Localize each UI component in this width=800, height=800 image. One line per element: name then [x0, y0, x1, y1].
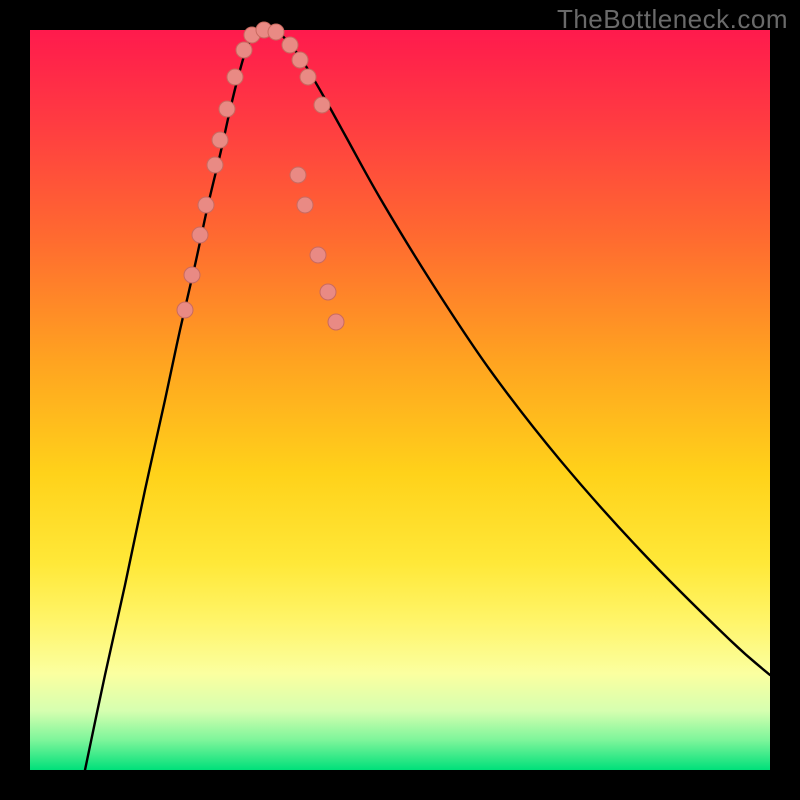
- highlight-dot: [292, 52, 308, 68]
- highlight-dot: [236, 42, 252, 58]
- chart-svg: [30, 30, 770, 770]
- highlight-dot: [300, 69, 316, 85]
- highlight-dot: [297, 197, 313, 213]
- highlight-dot: [227, 69, 243, 85]
- highlight-dot: [328, 314, 344, 330]
- highlight-dot: [320, 284, 336, 300]
- highlight-dot: [290, 167, 306, 183]
- watermark-text: TheBottleneck.com: [557, 4, 788, 35]
- highlight-dots-group: [177, 22, 344, 330]
- highlight-dot: [192, 227, 208, 243]
- chart-frame: TheBottleneck.com: [0, 0, 800, 800]
- plot-area: [30, 30, 770, 770]
- highlight-dot: [212, 132, 228, 148]
- highlight-dot: [219, 101, 235, 117]
- highlight-dot: [207, 157, 223, 173]
- bottleneck-curve: [85, 30, 770, 770]
- highlight-dot: [310, 247, 326, 263]
- highlight-dot: [177, 302, 193, 318]
- highlight-dot: [184, 267, 200, 283]
- highlight-dot: [314, 97, 330, 113]
- highlight-dot: [268, 24, 284, 40]
- highlight-dot: [198, 197, 214, 213]
- highlight-dot: [282, 37, 298, 53]
